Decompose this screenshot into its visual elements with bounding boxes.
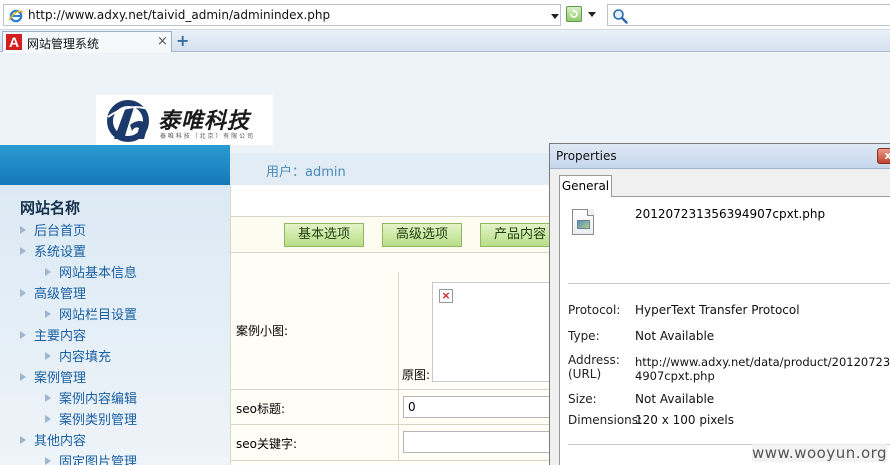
header-band [0,145,230,185]
triangle-right-icon [45,268,51,276]
browser-toolbar: http://www.adxy.net/taivid_admin/adminin… [0,0,890,30]
form-top-strip [231,185,551,217]
size-value: Not Available [635,392,715,406]
address-value-cont: 4907cpxt.php [635,369,715,383]
address-label: Address: [568,353,620,367]
triangle-right-icon [45,310,51,318]
sidebar-item-advanced[interactable]: 高级管理 [20,283,86,302]
picture-glyph [577,220,590,229]
thumbnail-image[interactable]: × [432,282,552,382]
image-file-icon [572,209,594,235]
seo-keywords-input[interactable] [403,431,553,453]
ie-page-icon [8,9,24,23]
properties-dialog: Properties x General 201207231356394907c… [549,143,890,465]
column-divider [398,425,399,460]
sidebar-item-site-info[interactable]: 网站基本信息 [45,262,137,281]
sidebar-item-home[interactable]: 后台首页 [20,220,86,239]
sidebar: 网站名称 后台首页 系统设置 网站基本信息 高级管理 网站栏目设置 主要内容 内… [0,185,230,465]
go-button[interactable] [566,6,582,22]
sidebar-item-case-edit[interactable]: 案例内容编辑 [45,388,137,407]
triangle-right-icon [20,289,26,297]
sidebar-item-system-settings[interactable]: 系统设置 [20,241,86,260]
close-icon[interactable]: × [157,34,168,49]
dimensions-label: Dimensions: [568,413,643,427]
seo-title-row: seo标题: 0 [231,390,553,425]
current-user: 用户：admin [266,165,346,180]
logo-subtext: 泰 唯 科 技 （ 北 京 ） 有 限 公 司 [160,133,253,140]
sidebar-item-case-categories[interactable]: 案例类别管理 [45,409,137,428]
general-panel: 201207231356394907cpxt.php Protocol: Hyp… [559,196,890,465]
url-text: http://www.adxy.net/taivid_admin/adminin… [28,8,331,22]
sidebar-item-columns[interactable]: 网站栏目设置 [45,304,137,323]
triangle-right-icon [20,331,26,339]
triangle-right-icon [45,352,51,360]
tab-strip: A 网站管理系统 × + [0,30,890,52]
close-icon[interactable]: x [877,148,890,164]
triangle-right-icon [20,247,26,255]
new-tab-button[interactable]: + [176,31,189,50]
protocol-value: HyperText Transfer Protocol [635,303,800,317]
triangle-right-icon [20,226,26,234]
dimensions-value: 120 x 100 pixels [635,413,735,427]
tab-basic-options[interactable]: 基本选项 [284,223,364,247]
edit-form: 基本选项 高级选项 产品内容 案例小图: × 原图: seo标题: 0 seo关… [230,185,560,465]
sidebar-item-other[interactable]: 其他内容 [20,430,86,449]
sidebar-item-fixed-images[interactable]: 固定图片管理 [45,451,137,465]
site-name-heading: 网站名称 [20,199,81,217]
triangle-right-icon [45,415,51,423]
address-label-url: (URL) [568,367,602,381]
logo-mark-icon [107,100,155,142]
tab-advanced-options[interactable]: 高级选项 [382,223,462,247]
chevron-down-icon[interactable] [551,14,559,19]
watermark: www.wooyun.org [752,444,888,462]
triangle-right-icon [45,457,51,465]
thumbnail-row: 案例小图: × 原图: [231,272,552,390]
triangle-right-icon [20,436,26,444]
type-label: Type: [568,329,600,343]
address-value: http://www.adxy.net/data/product/2012072… [635,355,890,369]
sidebar-item-cases[interactable]: 案例管理 [20,367,86,386]
original-image-label: 原图: [402,368,431,382]
seo-title-input[interactable]: 0 [403,396,553,418]
tab-title: 网站管理系统 [27,37,100,51]
refresh-icon [570,9,578,18]
column-divider [398,272,399,389]
chevron-down-icon[interactable] [588,12,596,17]
file-fold [587,209,594,216]
size-label: Size: [568,392,597,406]
search-input[interactable] [607,4,890,26]
triangle-right-icon [45,394,51,402]
sidebar-item-main-content[interactable]: 主要内容 [20,325,86,344]
type-value: Not Available [635,329,715,343]
search-icon [613,9,628,24]
seo-keywords-row: seo关键字: [231,425,553,461]
sidebar-item-content-fill[interactable]: 内容填充 [45,346,111,365]
column-divider [398,390,399,424]
tab-product-content[interactable]: 产品内容 [480,223,560,247]
tab-general[interactable]: General [559,175,612,197]
dialog-title-bar[interactable]: Properties x [550,144,890,169]
file-name: 201207231356394907cpxt.php [635,207,826,221]
option-tabs: 基本选项 高级选项 产品内容 [231,217,560,253]
site-favicon-icon: A [6,34,22,50]
protocol-label: Protocol: [568,303,621,317]
broken-image-icon: × [439,289,453,303]
dialog-title: Properties [556,149,617,163]
address-bar[interactable]: http://www.adxy.net/taivid_admin/adminin… [3,4,561,26]
triangle-right-icon [20,373,26,381]
thumbnail-label: 案例小图: [236,324,289,338]
browser-tab[interactable]: A 网站管理系统 × [2,31,172,52]
user-bar: 用户：admin [230,153,550,185]
divider [568,283,890,284]
seo-title-label: seo标题: [236,402,286,416]
company-logo: 泰唯科技 泰 唯 科 技 （ 北 京 ） 有 限 公 司 [96,95,273,145]
seo-keywords-label: seo关键字: [236,437,298,451]
